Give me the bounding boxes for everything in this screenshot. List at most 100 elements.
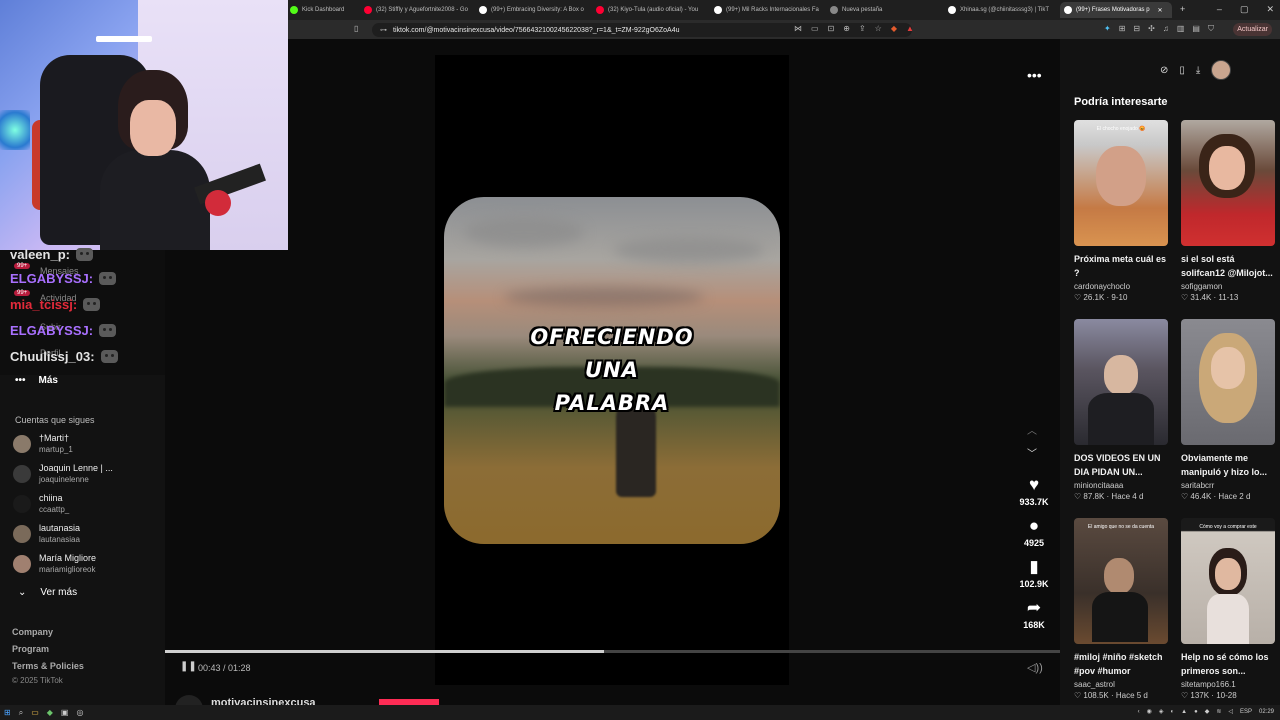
tiktok-sidebar: ••• Más Cuentas que sigues †Marti† martup…	[0, 375, 165, 705]
video-overlay-text: OFRECIENDO UNA PALABRA	[444, 321, 780, 420]
followed-account[interactable]: Joaquin Lenne | ... joaquinelenne	[13, 463, 113, 485]
recommended-video-card[interactable]: El chocho enojado 😡 Próxima meta cuál es…	[1074, 120, 1168, 302]
footer-link-company[interactable]: Company	[12, 627, 53, 637]
app-icon[interactable]: ◆	[47, 708, 53, 718]
reader-icon[interactable]: ⋈	[794, 24, 802, 33]
avatar	[13, 525, 31, 543]
close-window-icon[interactable]: ✕	[1266, 4, 1274, 15]
file-explorer-icon[interactable]: ▭	[31, 708, 39, 718]
thumbnail-face	[1209, 146, 1245, 190]
clock[interactable]: 02:29	[1259, 709, 1274, 715]
browser-tab[interactable]: (32) Stiffly y Aguefortnite2008 - Go	[360, 2, 472, 18]
wifi-icon[interactable]: ≋	[1216, 708, 1221, 715]
recommended-video-card[interactable]: El amigo que no se da cuenta #miloj #niñ…	[1074, 518, 1168, 700]
alert-icon[interactable]: ▲	[906, 24, 914, 33]
music-icon[interactable]: ♫	[1163, 24, 1169, 34]
tray-chevron-icon[interactable]: ‹	[1138, 709, 1140, 715]
search-icon[interactable]: ⌕	[19, 708, 23, 718]
pause-icon[interactable]: ❚❚	[180, 661, 197, 672]
close-tab-icon[interactable]: ✕	[1158, 7, 1163, 14]
followed-account[interactable]: chiina ccaattp_	[13, 493, 69, 515]
phone-icon[interactable]: ▯	[1179, 65, 1185, 76]
tray-icon[interactable]: ◈	[1159, 708, 1164, 715]
profile-avatar[interactable]	[1211, 60, 1232, 80]
zoom-icon[interactable]: ⊕	[843, 24, 850, 33]
footer-link-program[interactable]: Program	[12, 644, 49, 654]
recommended-video-card[interactable]: Cómo voy a comprar este Help no sé cómo …	[1181, 518, 1275, 700]
see-more-button[interactable]: ⌄ Ver más	[18, 587, 77, 598]
new-tab-button[interactable]: +	[1180, 4, 1185, 14]
site-info-icon[interactable]: ⊶	[380, 26, 387, 34]
tab-favicon	[364, 6, 372, 14]
browser-tab[interactable]: Kick Dashboard	[286, 2, 360, 18]
tray-icon[interactable]: ◆	[1205, 708, 1210, 715]
overlay-line: PALABRA	[554, 391, 670, 415]
extension-icon[interactable]: ✦	[1104, 24, 1111, 34]
extension-icon[interactable]: ⊟	[1133, 24, 1140, 34]
tray-icon[interactable]: ●	[1194, 709, 1198, 715]
followed-account[interactable]: †Marti† martup_1	[13, 433, 73, 455]
card-username[interactable]: cardonaychoclo	[1074, 282, 1168, 291]
previous-video-icon[interactable]: ︿	[1027, 422, 1037, 437]
card-username[interactable]: sofiggamon	[1181, 282, 1275, 291]
recommended-video-card[interactable]: si el sol está solifcan12 @Milojot... so…	[1181, 120, 1275, 302]
card-username[interactable]: minioncitaaaa	[1074, 481, 1168, 490]
screenshot-icon[interactable]: ▭	[811, 24, 819, 33]
share-button[interactable]: ➦ 168K	[1017, 598, 1051, 630]
windows-start-icon[interactable]: ⊞	[4, 708, 11, 718]
tray-icon[interactable]: ▲	[1181, 709, 1187, 715]
puzzle-icon[interactable]: ✣	[1148, 24, 1155, 34]
shield-icon[interactable]: ◆	[891, 24, 897, 33]
card-username[interactable]: saritabcrr	[1181, 481, 1275, 490]
share-icon[interactable]: ⇪	[859, 24, 866, 33]
browser-tab[interactable]: (32) Kiyo-Tula (audio oficial) - You	[592, 2, 704, 18]
recommended-video-card[interactable]: DOS VIDEOS EN UN DIA PIDAN UN... minionc…	[1074, 319, 1168, 501]
volume-icon[interactable]: ◁))	[1027, 661, 1043, 674]
avatar	[13, 495, 31, 513]
maximize-icon[interactable]: ▢	[1240, 4, 1249, 15]
card-username[interactable]: saac_astrol	[1074, 680, 1168, 689]
account-handle: martup_1	[39, 445, 73, 454]
tray-icon[interactable]: ◉	[1147, 708, 1152, 715]
overlay-line: OFRECIENDO	[530, 325, 694, 349]
tab-title: (99+) Frases Motivadoras p	[1076, 7, 1150, 13]
star-icon[interactable]: ☆	[875, 24, 882, 33]
bookmark-icon[interactable]: ▯	[354, 24, 358, 33]
followed-account[interactable]: lautanasia lautanasiaa	[13, 523, 80, 545]
update-button[interactable]: Actualizar	[1233, 23, 1272, 36]
minimize-icon[interactable]: –	[1217, 4, 1222, 15]
app-icon[interactable]: ▣	[61, 708, 69, 718]
volume-tray-icon[interactable]: ◁	[1228, 708, 1233, 715]
save-button[interactable]: ▮ 102.9K	[1017, 557, 1051, 589]
brave-shield-icon[interactable]: ⛉	[1208, 24, 1214, 34]
card-stats: ♡ 108.5K · Hace 5 d	[1074, 691, 1148, 700]
extension-icon[interactable]: ⊞	[1119, 24, 1126, 34]
footer-link-terms[interactable]: Terms & Policies	[12, 661, 84, 671]
browser-tab[interactable]: Nueva pestaña	[826, 2, 938, 18]
language-indicator[interactable]: ESP	[1240, 709, 1252, 715]
followed-account[interactable]: María Migliore mariamiglioreok	[13, 553, 96, 575]
obs-icon[interactable]: ◎	[76, 708, 83, 718]
tray-icon[interactable]: ◐	[1170, 709, 1174, 715]
progress-bar[interactable]	[165, 650, 1060, 653]
thumbnail-face	[1096, 146, 1146, 206]
more-menu-item[interactable]: ••• Más	[15, 375, 58, 386]
download-icon[interactable]: ⤓	[1196, 65, 1200, 76]
card-caption: Obviamente me manipuló y hizo lo...	[1181, 453, 1268, 477]
install-icon[interactable]: ⊡	[828, 24, 835, 33]
card-username[interactable]: sitetampo166.1	[1181, 680, 1275, 689]
wallet-icon[interactable]: ▤	[1192, 24, 1200, 34]
like-button[interactable]: ♥ 933.7K	[1017, 475, 1051, 507]
sidebar-icon[interactable]: ▥	[1177, 24, 1185, 34]
browser-tab[interactable]: (99+) Embracing Diversity: A Box o	[475, 2, 587, 18]
top-right-icons: ⊘ ▯ ⤓	[1160, 60, 1232, 80]
cat-emote-icon	[100, 350, 118, 363]
browser-tab[interactable]: Xhinaa.sg (@chiinitasssg3) | TikT	[944, 2, 1056, 18]
comment-button[interactable]: ● 4925	[1017, 516, 1051, 548]
recommended-video-card[interactable]: Obviamente me manipuló y hizo lo... sari…	[1181, 319, 1275, 501]
browser-tab[interactable]: (99+) Mil Racks Internacionales Fa	[710, 2, 822, 18]
more-options-icon[interactable]: •••	[1027, 67, 1042, 83]
next-video-icon[interactable]: ﹀	[1027, 445, 1037, 460]
browser-tab-active[interactable]: (99+) Frases Motivadoras p ✕	[1060, 2, 1172, 18]
compass-icon[interactable]: ⊘	[1160, 65, 1168, 76]
